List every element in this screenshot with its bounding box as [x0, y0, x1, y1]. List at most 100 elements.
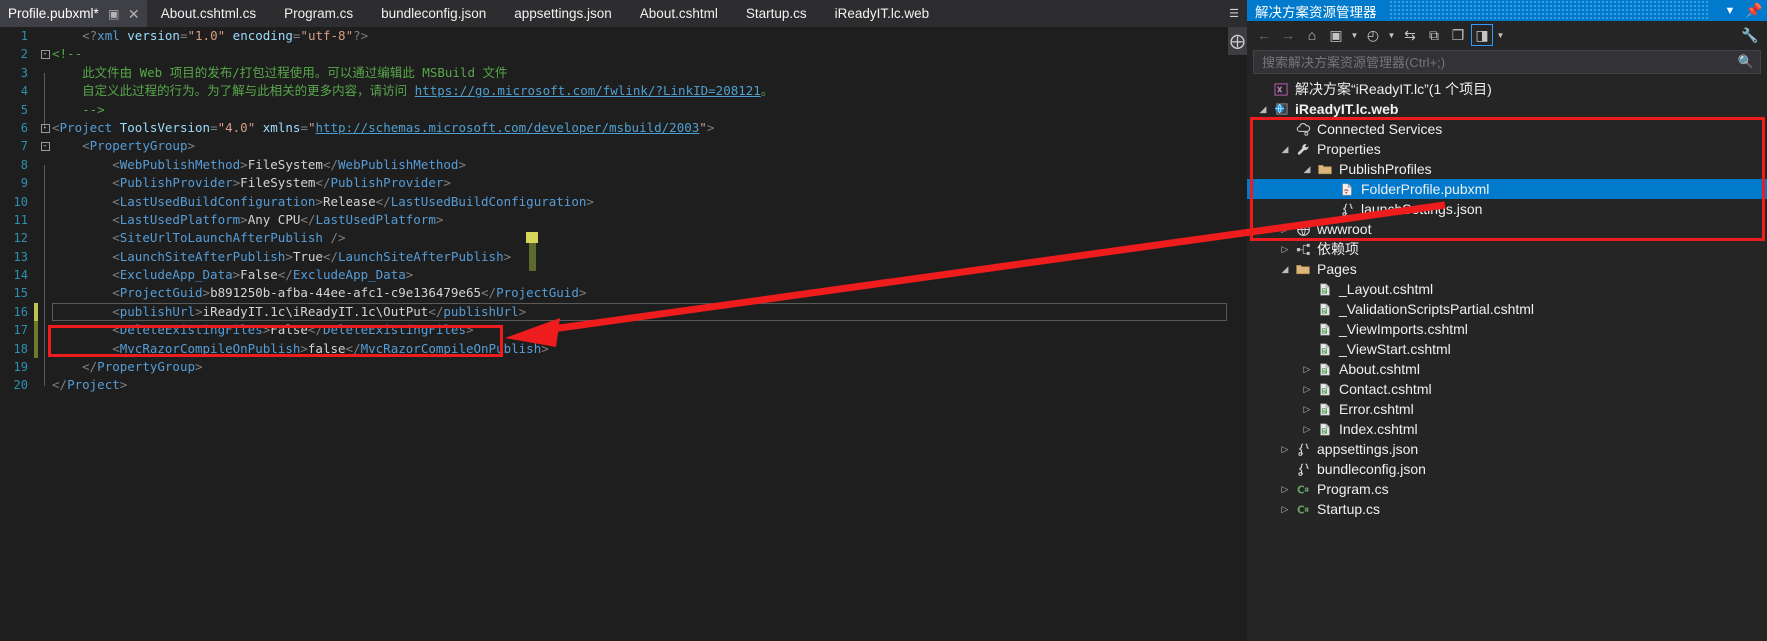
tree-item[interactable]: ◢ iReadyIT.lc.web	[1247, 99, 1767, 119]
document-tab[interactable]: Startup.cs	[732, 0, 821, 27]
code-line[interactable]: 7- <PropertyGroup>	[0, 137, 1247, 155]
tree-item[interactable]: ◢ Pages	[1247, 259, 1767, 279]
sync-with-active-document-button[interactable]: ⇆	[1399, 24, 1421, 46]
solution-explorer-search[interactable]: 🔍	[1253, 50, 1761, 74]
show-all-files-caret[interactable]: ▼	[1495, 24, 1506, 46]
tree-item[interactable]: ◢ PublishProfiles	[1247, 159, 1767, 179]
collapse-toggle-icon[interactable]: -	[38, 137, 52, 155]
pin-icon[interactable]: 📌	[1745, 2, 1763, 19]
tree-item[interactable]: ▷ appsettings.json	[1247, 439, 1767, 459]
chevron-right-icon[interactable]: ▷	[1299, 404, 1315, 415]
code-line[interactable]: 2- <!--	[0, 45, 1247, 63]
tree-item[interactable]: ▷ Contact.cshtml	[1247, 379, 1767, 399]
tree-item[interactable]: ▷ wwwroot	[1247, 219, 1767, 239]
chevron-down-icon[interactable]: ◢	[1299, 164, 1315, 175]
tree-item[interactable]: ◢ Properties	[1247, 139, 1767, 159]
tab-overflow-icon[interactable]: ☰	[1221, 0, 1247, 27]
tree-item[interactable]: Connected Services	[1247, 119, 1767, 139]
collapse-toggle-icon[interactable]: -	[38, 119, 52, 137]
code-line[interactable]: 18 <MvcRazorCompileOnPublish>false</MvcR…	[0, 339, 1247, 368]
code-line[interactable]: 8 <WebPublishMethod>FileSystem</WebPubli…	[0, 156, 1247, 184]
change-bar	[34, 321, 38, 340]
code-line[interactable]: 12 <SiteUrlToLaunchAfterPublish />	[0, 229, 1247, 257]
chevron-down-icon[interactable]: ◢	[1255, 104, 1271, 115]
solution-explorer-toolbar[interactable]: ← → ⌂ ▣ ▼ ◴ ▼ ⇆ ⧉ ❐ ◨ ▼ 🔧	[1247, 21, 1767, 49]
code-line[interactable]: 16 <publishUrl>iReadyIT.1c\iReadyIT.1c\O…	[0, 302, 1247, 331]
code-line[interactable]: 13 <LaunchSiteAfterPublish>True</LaunchS…	[0, 248, 1247, 276]
pin-icon[interactable]: ▣	[107, 8, 121, 20]
pending-changes-caret[interactable]: ▼	[1386, 24, 1397, 46]
chevron-right-icon[interactable]: ▷	[1277, 484, 1293, 495]
code-line[interactable]: 19 </PropertyGroup>	[0, 358, 1247, 386]
chevron-right-icon[interactable]: ▷	[1277, 224, 1293, 235]
tree-item[interactable]: _ValidationScriptsPartial.cshtml	[1247, 299, 1767, 319]
code-line[interactable]: 3 此文件由 Web 项目的发布/打包过程使用。可以通过编辑此 MSBuild …	[0, 64, 1247, 92]
cshtml-file-icon	[1315, 302, 1335, 317]
document-tab[interactable]: bundleconfig.json	[367, 0, 500, 27]
chevron-right-icon[interactable]: ▷	[1299, 364, 1315, 375]
document-tab[interactable]: appsettings.json	[500, 0, 626, 27]
document-tab[interactable]: Program.cs	[270, 0, 367, 27]
tree-item[interactable]: 解决方案“iReadyIT.lc”(1 个项目)	[1247, 79, 1767, 99]
close-icon[interactable]: ✕	[127, 7, 141, 21]
chevron-right-icon[interactable]: ▷	[1277, 444, 1293, 455]
chevron-down-icon[interactable]: ◢	[1277, 264, 1293, 275]
code-line[interactable]: 15 <ProjectGuid>b891250b-afba-44ee-afc1-…	[0, 284, 1247, 313]
code-line[interactable]: 6- <Project ToolsVersion="4.0" xmlns="htt…	[0, 119, 1247, 137]
code-line[interactable]: 20 </Project>	[0, 376, 1247, 394]
code-line[interactable]: 4 自定义此过程的行为。为了解与此相关的更多内容，请访问 https://go.…	[0, 82, 1247, 110]
tree-item[interactable]: ▷ About.cshtml	[1247, 359, 1767, 379]
folder-icon	[1293, 262, 1313, 277]
chevron-down-icon[interactable]: ◢	[1277, 144, 1293, 155]
properties-button[interactable]: 🔧	[1739, 24, 1761, 46]
document-tab[interactable]: About.cshtml.cs	[147, 0, 270, 27]
tree-item[interactable]: ▷ Index.cshtml	[1247, 419, 1767, 439]
collapse-toggle-icon[interactable]: -	[38, 45, 52, 63]
editor-split-handle[interactable]: ⨁	[1228, 27, 1247, 55]
code-line-text: 此文件由 Web 项目的发布/打包过程使用。可以通过编辑此 MSBuild 文件	[82, 64, 508, 80]
show-all-files-button[interactable]: ◨	[1471, 24, 1493, 46]
switch-views-button[interactable]: ▣	[1325, 24, 1347, 46]
search-input[interactable]	[1260, 53, 1738, 71]
document-tab[interactable]: Profile.pubxml* ▣ ✕	[0, 0, 147, 27]
document-tab[interactable]: About.cshtml	[626, 0, 732, 27]
chevron-right-icon[interactable]: ▷	[1277, 504, 1293, 515]
tree-item[interactable]: _ViewImports.cshtml	[1247, 319, 1767, 339]
tree-item-label: _ViewStart.cshtml	[1339, 341, 1451, 357]
tree-item[interactable]: ▷ C Startup.cs	[1247, 499, 1767, 519]
chevron-right-icon[interactable]: ▷	[1299, 384, 1315, 395]
tree-item[interactable]: ▷ Error.cshtml	[1247, 399, 1767, 419]
pending-changes-button[interactable]: ◴	[1362, 24, 1384, 46]
tree-item[interactable]: _ViewStart.cshtml	[1247, 339, 1767, 359]
code-line[interactable]: 17 <DeleteExistingFiles>False</DeleteExi…	[0, 321, 1247, 349]
code-line[interactable]: 1 <?xml version="1.0" encoding="utf-8"?>	[0, 27, 1247, 45]
tree-item[interactable]: ▷ C Program.cs	[1247, 479, 1767, 499]
code-line[interactable]: 14 <ExcludeApp_Data>False</ExcludeApp_Da…	[0, 266, 1247, 294]
search-icon[interactable]: 🔍	[1738, 54, 1754, 70]
chevron-down-icon[interactable]: ▼	[1721, 5, 1739, 17]
code-line[interactable]: 9 <PublishProvider>FileSystem</PublishPr…	[0, 174, 1247, 202]
solution-explorer-titlebar[interactable]: 解决方案资源管理器 ▼ 📌	[1247, 0, 1767, 21]
home-button[interactable]: ⌂	[1301, 24, 1323, 46]
solution-tree[interactable]: 解决方案“iReadyIT.lc”(1 个项目) ◢ iReadyIT.lc.web…	[1247, 76, 1767, 519]
change-bar	[34, 376, 38, 394]
chevron-right-icon[interactable]: ▷	[1299, 424, 1315, 435]
forward-button[interactable]: →	[1277, 24, 1299, 46]
json-file-icon	[1293, 442, 1313, 457]
tree-item[interactable]: FolderProfile.pubxml	[1247, 179, 1767, 199]
tree-item[interactable]: ▷ 依赖项	[1247, 239, 1767, 259]
switch-views-caret[interactable]: ▼	[1349, 24, 1360, 46]
document-tab[interactable]: iReadyIT.lc.web	[821, 0, 944, 27]
refresh-button[interactable]: ⧉	[1423, 24, 1445, 46]
tree-item[interactable]: launchSettings.json	[1247, 199, 1767, 219]
back-button[interactable]: ←	[1253, 24, 1275, 46]
tree-item[interactable]: _Layout.cshtml	[1247, 279, 1767, 299]
code-line[interactable]: 10 <LastUsedBuildConfiguration>Release</…	[0, 193, 1247, 221]
tree-item[interactable]: bundleconfig.json	[1247, 459, 1767, 479]
code-line[interactable]: 5 -->	[0, 101, 1247, 129]
code-line[interactable]: 11 <LastUsedPlatform>Any CPU</LastUsedPl…	[0, 211, 1247, 239]
collapse-all-button[interactable]: ❐	[1447, 24, 1469, 46]
document-tabstrip[interactable]: Profile.pubxml* ▣ ✕ About.cshtml.cs Program.…	[0, 0, 1247, 27]
chevron-right-icon[interactable]: ▷	[1277, 244, 1293, 255]
code-editor[interactable]: 1 <?xml version="1.0" encoding="utf-8"?>…	[0, 27, 1247, 641]
